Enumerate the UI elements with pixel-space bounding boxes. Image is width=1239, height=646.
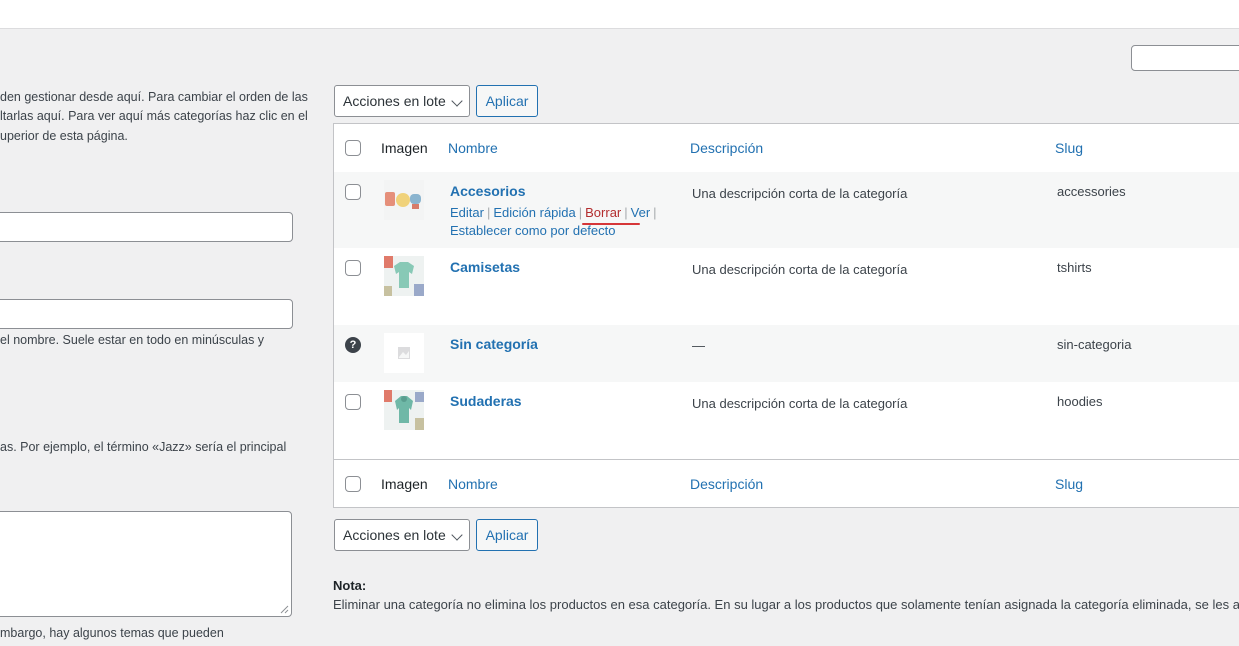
action-separator: | [624, 205, 628, 220]
category-description: Una descripción corta de la categoría [692, 396, 908, 411]
bulk-actions-select-bottom[interactable]: Acciones en lote [334, 519, 470, 551]
table-row: Sudaderas Una descripción corta de la ca… [334, 382, 1239, 459]
category-slug: hoodies [1057, 394, 1103, 409]
column-slug-sort[interactable]: Slug [1055, 476, 1083, 492]
description-textarea[interactable] [0, 511, 292, 617]
table-footer: Imagen Nombre Descripción Slug [334, 459, 1239, 508]
action-separator: | [486, 205, 491, 220]
column-description-sort[interactable]: Descripción [690, 476, 763, 492]
view-link[interactable]: Ver [631, 205, 651, 220]
description-help-text: mbargo, hay algunos temas que pueden [0, 626, 224, 640]
category-description: Una descripción corta de la categoría [692, 186, 908, 201]
column-name-sort[interactable]: Nombre [448, 476, 498, 492]
apply-button-bottom[interactable]: Aplicar [476, 519, 538, 551]
name-field[interactable] [0, 212, 293, 242]
table-row: ? Sin categoría — sin-categoria [334, 325, 1239, 382]
intro-text-line-2: ltarlas aquí. Para ver aquí más categorí… [0, 109, 308, 123]
select-all-checkbox[interactable] [345, 140, 361, 156]
delete-link[interactable]: Borrar [585, 205, 621, 220]
parent-help-text: as. Por ejemplo, el término «Jazz» sería… [0, 440, 287, 454]
table-row: Camisetas Una descripción corta de la ca… [334, 248, 1239, 325]
action-separator: | [578, 205, 583, 220]
category-name-link[interactable]: Sudaderas [450, 393, 522, 409]
delete-highlight-underline [582, 223, 640, 225]
table-header: Imagen Nombre Descripción Slug [334, 124, 1239, 173]
bulk-actions-label: Acciones en lote [343, 527, 446, 543]
row-actions: Editar | Edición rápida | Borrar | Ver | Establ… [450, 205, 660, 238]
note-heading: Nota: [333, 578, 367, 593]
category-description: Una descripción corta de la categoría [692, 262, 908, 277]
bulk-actions-select-top[interactable]: Acciones en lote [334, 85, 470, 117]
category-thumbnail[interactable] [384, 180, 424, 220]
note-text: Eliminar una categoría no elimina los pr… [333, 597, 1239, 612]
table-row: Accesorios Editar | Edición rápida | Borrar |… [334, 172, 1239, 248]
category-name-link[interactable]: Camisetas [450, 259, 520, 275]
action-separator: | [653, 205, 657, 220]
category-thumbnail[interactable] [384, 256, 424, 296]
chevron-down-icon [451, 95, 463, 107]
row-checkbox[interactable] [345, 394, 361, 410]
category-name-link[interactable]: Accesorios [450, 183, 525, 199]
top-bar [0, 0, 1239, 29]
category-slug: sin-categoria [1057, 337, 1132, 352]
category-description: — [692, 338, 705, 353]
apply-button-top[interactable]: Aplicar [476, 85, 538, 117]
edit-link[interactable]: Editar [450, 205, 484, 220]
quick-edit-link[interactable]: Edición rápida [493, 205, 575, 220]
slug-help-text: el nombre. Suele estar en todo en minúsc… [0, 333, 265, 347]
category-slug: tshirts [1057, 260, 1092, 275]
help-icon[interactable]: ? [345, 337, 361, 353]
category-slug: accessories [1057, 184, 1126, 199]
column-slug-sort[interactable]: Slug [1055, 140, 1083, 156]
column-name-sort[interactable]: Nombre [448, 140, 498, 156]
slug-field[interactable] [0, 299, 293, 329]
categories-table: Imagen Nombre Descripción Slug Accesorio… [333, 123, 1239, 508]
chevron-down-icon [451, 529, 463, 541]
bulk-actions-label: Acciones en lote [343, 93, 446, 109]
column-image: Imagen [381, 140, 428, 156]
category-name-link[interactable]: Sin categoría [450, 336, 538, 352]
select-all-checkbox-footer[interactable] [345, 476, 361, 492]
intro-text-line-3: uperior de esta página. [0, 129, 128, 143]
column-description-sort[interactable]: Descripción [690, 140, 763, 156]
column-image: Imagen [381, 476, 428, 492]
resize-handle-icon[interactable] [279, 604, 289, 614]
category-thumbnail[interactable] [384, 390, 424, 430]
row-checkbox[interactable] [345, 184, 361, 200]
row-checkbox[interactable] [345, 260, 361, 276]
search-input[interactable] [1131, 45, 1239, 71]
placeholder-image-icon[interactable] [384, 333, 424, 373]
intro-text-line-1: den gestionar desde aquí. Para cambiar e… [0, 90, 308, 104]
make-default-link[interactable]: Establecer como por defecto [450, 223, 660, 238]
